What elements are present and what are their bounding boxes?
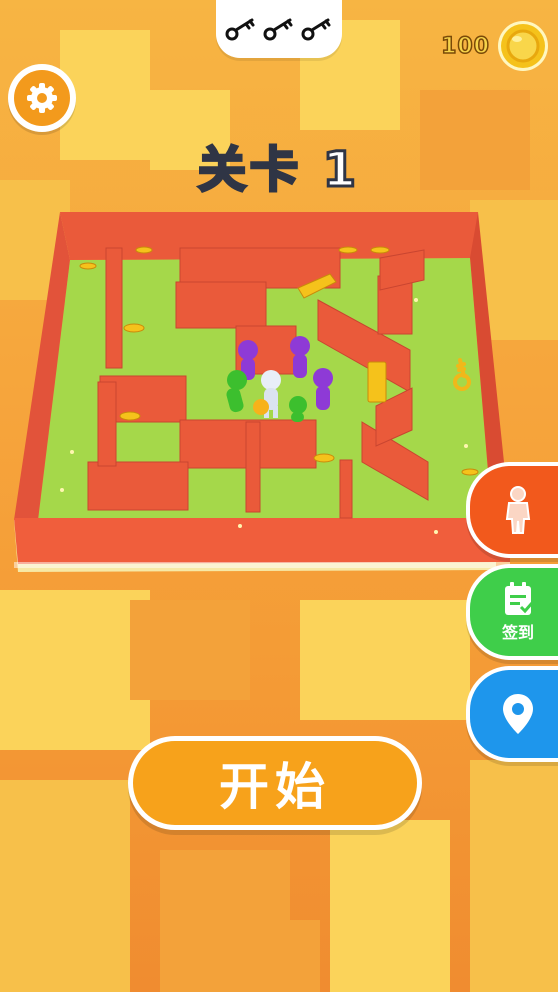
wall-bottom (14, 518, 510, 564)
settings-button[interactable] (8, 64, 76, 132)
coin (461, 468, 479, 476)
gear-icon (27, 83, 57, 113)
key-icon (225, 18, 255, 41)
coin-icon (498, 21, 548, 71)
inner-wall (105, 247, 123, 369)
coin (135, 246, 153, 254)
coin (123, 323, 145, 333)
location-button[interactable] (466, 666, 558, 762)
inner-wall (339, 459, 353, 519)
gold-ball (253, 399, 269, 415)
keys-indicator (216, 0, 342, 58)
coin (338, 246, 358, 254)
calendar-check-icon (505, 582, 534, 615)
location-pin-icon (503, 694, 533, 734)
inner-wall (97, 381, 117, 467)
level-title: 关卡 1 (196, 141, 361, 200)
character-icon (505, 486, 531, 534)
gold-bar (367, 361, 387, 403)
checkin-label: 签到 (501, 623, 534, 642)
inner-wall (175, 281, 267, 329)
checkin-button[interactable]: 签到 (466, 564, 558, 660)
coin (313, 453, 335, 463)
start-button[interactable]: 开始 (128, 736, 422, 830)
key-icon (263, 18, 293, 41)
coin-count: 100 (440, 33, 490, 60)
coin (370, 246, 390, 254)
start-button-label: 开始 (219, 758, 331, 816)
key-icon (301, 18, 331, 41)
inner-wall (87, 461, 189, 511)
inner-wall (245, 421, 261, 513)
character-button[interactable] (466, 462, 558, 558)
coin-counter: 100 (440, 18, 550, 74)
coin (79, 262, 97, 270)
coin (119, 411, 141, 421)
